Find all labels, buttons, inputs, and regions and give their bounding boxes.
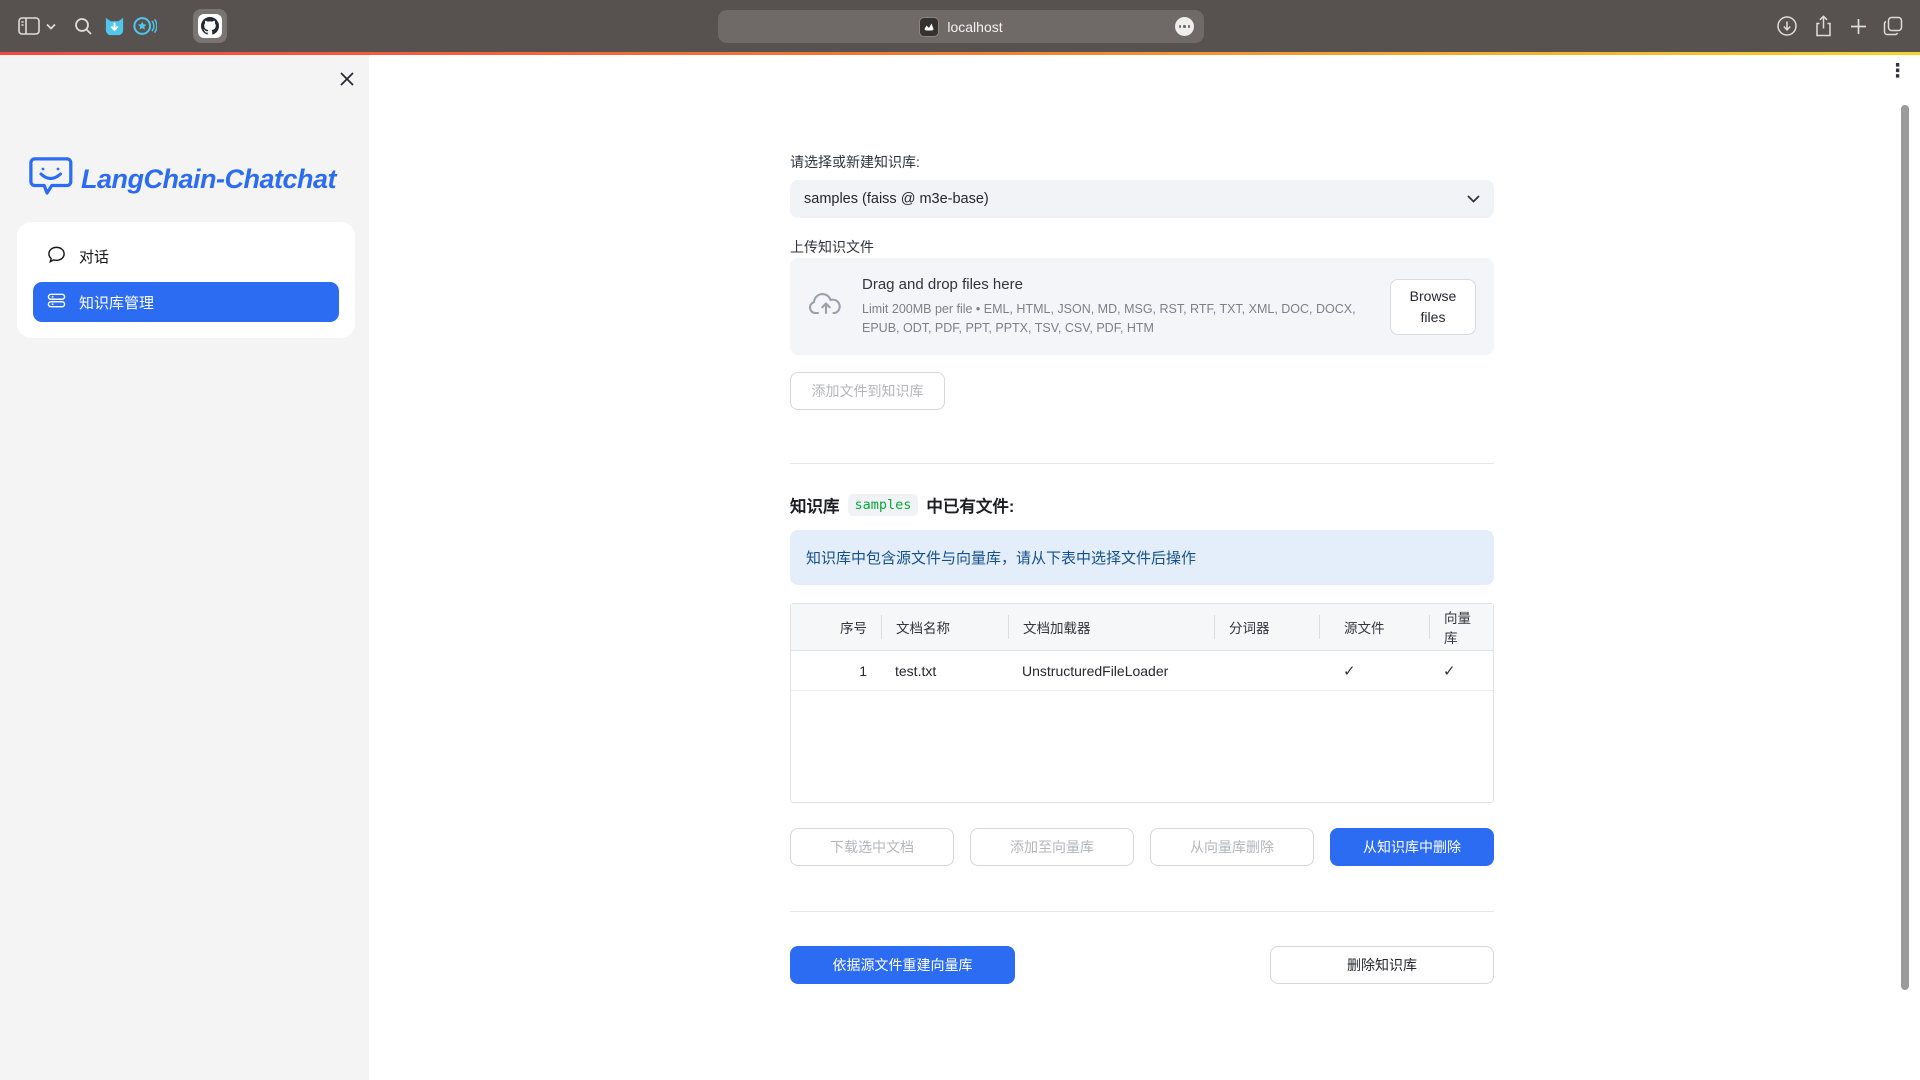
dropzone-hint: Limit 200MB per file • EML, HTML, JSON, … [862,300,1376,336]
sidebar-toggle-icon[interactable] [16,0,42,52]
download-icon[interactable] [1772,0,1802,52]
col-header-vector: 向量库 [1429,615,1493,639]
app-logo: LangChain-Chatchat [28,156,336,203]
kb-files-table[interactable]: 序号 文档名称 文档加载器 分词器 源文件 向量库 1 test.txt Uns… [790,603,1494,803]
knowledge-base-icon [47,291,66,314]
sidebar-item-label: 知识库管理 [79,292,154,313]
kb-name-chip: samples [848,494,919,516]
cell-loader: UnstructuredFileLoader [1008,663,1214,679]
kb-files-heading: 知识库 samples 中已有文件: [790,493,1014,517]
sidebar-close-button[interactable] [336,68,358,90]
download-selected-button[interactable]: 下载选中文档 [790,828,954,866]
browse-files-button[interactable]: Browse files [1390,279,1476,335]
chevron-down-icon [1467,190,1480,208]
browser-toolbar: localhost [0,0,1920,52]
table-header-row: 序号 文档名称 文档加载器 分词器 源文件 向量库 [791,604,1493,651]
dropzone-title: Drag and drop files here [862,276,1376,293]
vertical-scrollbar[interactable] [1901,105,1909,990]
delete-from-vectorstore-button[interactable]: 从向量库删除 [1150,828,1314,866]
col-header-loader: 文档加载器 [1008,615,1214,639]
cell-index: 1 [791,663,881,679]
kb-select-dropdown[interactable]: samples (faiss @ m3e-base) [790,180,1494,218]
sidebar: LangChain-Chatchat 对话 知识库管理 [0,55,369,1080]
info-text: 知识库中包含源文件与向量库，请从下表中选择文件后操作 [806,547,1196,568]
rebuild-vectorstore-button[interactable]: 依据源文件重建向量库 [790,946,1015,984]
github-extension-button[interactable] [193,9,227,43]
cell-name: test.txt [881,663,1008,679]
kb-select-label: 请选择或新建知识库: [790,152,920,172]
divider [790,911,1494,912]
add-to-vectorstore-button[interactable]: 添加至向量库 [970,828,1134,866]
cell-source-check: ✓ [1319,662,1429,680]
site-favicon [919,17,939,37]
sidebar-item-label: 对话 [79,246,109,267]
cloud-upload-icon [808,289,844,324]
delete-kb-button[interactable]: 删除知识库 [1270,946,1494,984]
chat-bubble-icon [47,245,66,268]
file-dropzone[interactable]: Drag and drop files here Limit 200MB per… [790,258,1494,355]
url-text: localhost [947,19,1002,35]
col-header-index: 序号 [791,615,881,639]
divider [790,463,1494,464]
delete-from-kb-button[interactable]: 从知识库中删除 [1330,828,1494,866]
kb-select-value: samples (faiss @ m3e-base) [804,191,1467,207]
col-header-splitter: 分词器 [1214,615,1319,639]
tabs-overview-icon[interactable] [1877,0,1909,52]
heading-suffix: 中已有文件: [926,493,1014,517]
col-header-name: 文档名称 [881,615,1008,639]
ellipsis-icon [1179,25,1191,28]
share-icon[interactable] [1808,0,1838,52]
table-row[interactable]: 1 test.txt UnstructuredFileLoader ✓ ✓ [791,651,1493,691]
dropzone-instructions: Drag and drop files here Limit 200MB per… [862,276,1390,336]
github-icon [198,14,222,38]
new-tab-icon[interactable] [1843,0,1873,52]
sidebar-menu: 对话 知识库管理 [17,222,355,338]
address-bar[interactable]: localhost [718,10,1204,43]
add-files-button[interactable]: 添加文件到知识库 [790,372,945,410]
sidebar-item-dialogue[interactable]: 对话 [33,236,339,276]
cell-vector-check: ✓ [1429,662,1493,680]
page-ellipsis-button[interactable] [1175,17,1194,36]
sidebar-item-kb-management[interactable]: 知识库管理 [33,282,339,322]
extension-cat-icon[interactable] [100,0,128,52]
chevron-down-icon[interactable] [44,0,58,52]
col-header-source: 源文件 [1319,615,1429,639]
search-icon[interactable] [70,0,96,52]
logo-text: LangChain-Chatchat [81,164,336,195]
app-menu-button[interactable]: ⋮ [1888,62,1907,81]
heading-prefix: 知识库 [790,493,840,517]
logo-chat-icon [28,156,74,203]
extension-badge-icon[interactable] [131,0,159,52]
upload-label: 上传知识文件 [790,237,874,257]
info-banner: 知识库中包含源文件与向量库，请从下表中选择文件后操作 [790,530,1494,585]
